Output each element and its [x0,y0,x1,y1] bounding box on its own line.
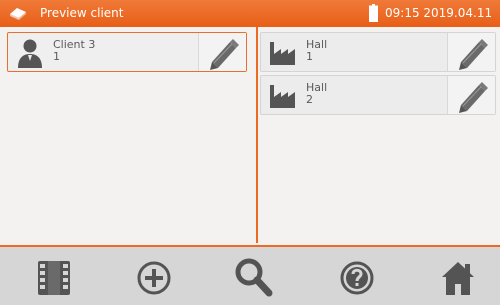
film-strip-icon [34,257,74,297]
factory-icon [269,38,297,66]
client-item[interactable]: Client 3 1 [7,32,247,72]
client-number: 1 [53,50,60,63]
factory-icon [269,81,297,109]
hall-item[interactable]: Hall 1 [260,32,496,72]
edit-client-button[interactable] [198,33,246,71]
plus-circle-icon [134,257,174,297]
hall-item[interactable]: Hall 2 [260,75,496,115]
search-button[interactable] [233,257,273,297]
datetime-display: 09:15 2019.04.11 [385,6,493,20]
title-bar: Preview client 09:15 2019.04.11 [0,0,500,27]
eraser-logo-icon [8,5,28,21]
hall-label: Hall [306,38,328,51]
bottom-toolbar [0,245,500,305]
panel-divider [256,27,258,243]
help-button[interactable] [337,257,377,297]
hall-number: 2 [306,93,313,106]
add-button[interactable] [134,257,174,297]
magnifier-icon [233,257,273,297]
client-label: Client 3 [53,38,96,51]
film-strip-button[interactable] [34,257,74,297]
edit-hall-button[interactable] [447,76,495,114]
battery-icon [369,4,378,22]
person-icon [16,38,44,68]
question-circle-icon [337,257,377,297]
edit-hall-button[interactable] [447,33,495,71]
hall-number: 1 [306,50,313,63]
window-title: Preview client [40,6,124,20]
home-icon [438,257,478,297]
hall-label: Hall [306,81,328,94]
home-button[interactable] [438,257,478,297]
